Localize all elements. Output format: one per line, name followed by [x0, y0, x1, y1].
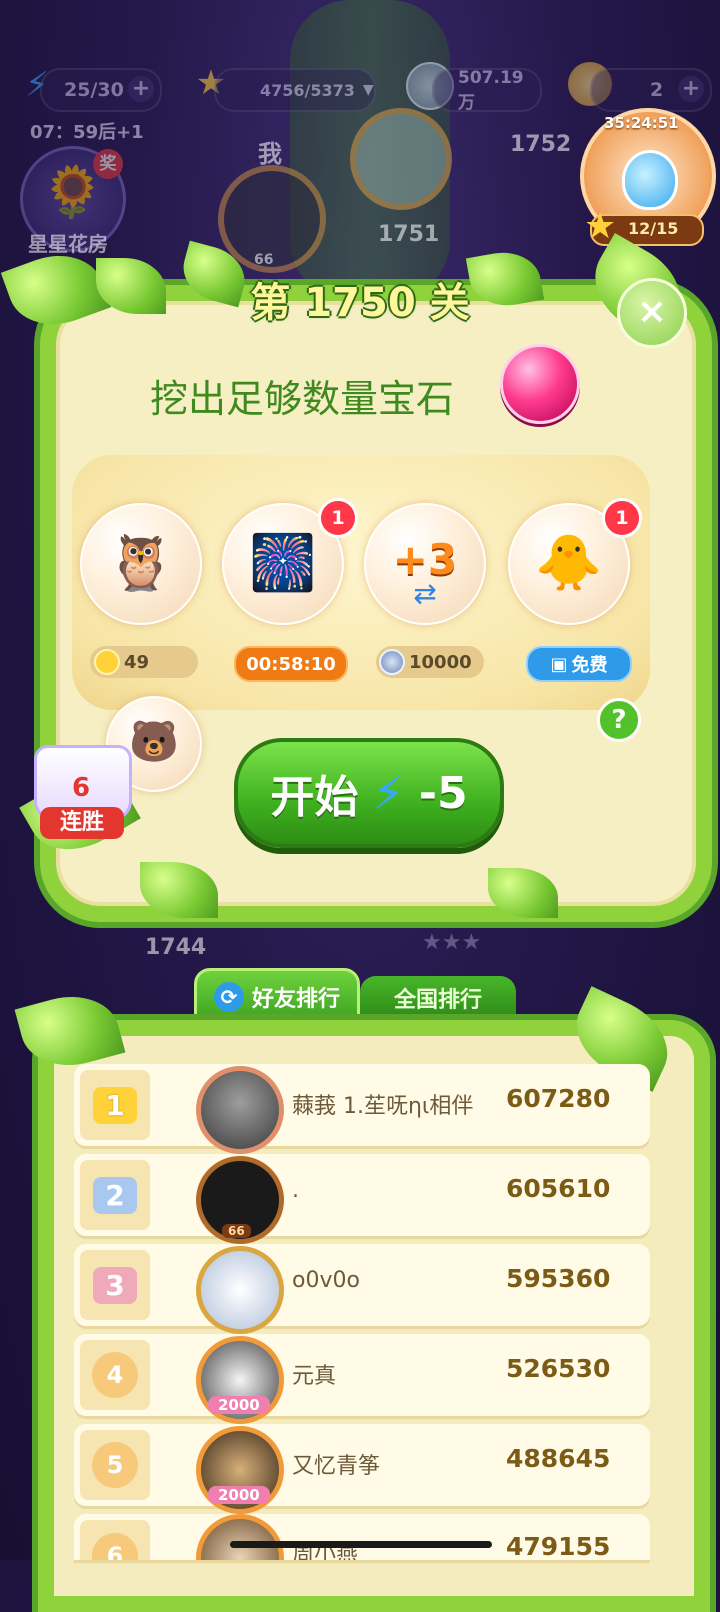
streak-count: 6 [71, 773, 91, 803]
booster-2-timer: 00:58:10 [234, 646, 348, 682]
close-icon: × [636, 291, 668, 332]
potion-progress-label: 12/15 [628, 219, 679, 238]
close-button[interactable]: × [617, 278, 687, 348]
start-button[interactable]: 开始 ⚡ -5 [234, 738, 504, 848]
booster-4-free-button[interactable]: ▣ 免费 [526, 646, 632, 682]
energy-plus-button[interactable]: + [128, 76, 154, 102]
gold-crown-rank: 1 [80, 1070, 150, 1140]
rank-number: 1 [93, 1086, 137, 1124]
rank-circle: 4 [80, 1340, 150, 1410]
player-score: 526530 [506, 1354, 611, 1383]
ticket-count: 2 [650, 79, 664, 101]
player-name: 又忆青筝 [292, 1454, 381, 1479]
energy-pill[interactable]: 25/30 + [40, 68, 162, 112]
star-count: 4756/5373 [260, 80, 355, 100]
player-score: 605610 [506, 1174, 611, 1203]
rank-number: 5 [92, 1442, 138, 1488]
avatar[interactable] [196, 1246, 284, 1334]
leaderboard-row[interactable]: 3 o0v0o 595360 [74, 1244, 650, 1334]
help-icon: ? [611, 705, 627, 735]
map-stars: ★★★ [422, 930, 482, 955]
level-title: 第 1750 关 [250, 280, 470, 326]
player-name: . [292, 1178, 299, 1203]
rainbow-owl-icon: 🦉 [107, 531, 175, 594]
coins-pill[interactable]: 507.19万 [432, 67, 542, 113]
player-score: 595360 [506, 1264, 611, 1293]
start-cost: -5 [418, 767, 468, 819]
ticket-pill[interactable]: 2 + [590, 68, 712, 112]
tab-national-ranking-label: 全国排行 [393, 988, 482, 1013]
rank-circle: 6 [80, 1520, 150, 1560]
leaderboard-row[interactable]: 1 蕀莪 1.苼呒ηι相伴 607280 [74, 1064, 650, 1154]
energy-timer: 07：59后+1 [30, 122, 144, 143]
home-indicator[interactable] [230, 1541, 492, 1548]
me-label: 我 [258, 140, 282, 168]
avatar[interactable] [196, 1514, 284, 1560]
lightning-icon: ⚡ [372, 766, 405, 820]
firework-bucket-icon: 🎆 [249, 531, 317, 594]
coin-icon [94, 649, 120, 675]
map-node-1751[interactable]: 1751 [378, 222, 439, 247]
win-streak-badge: 6 连胜 [22, 745, 140, 855]
level-goal-text: 挖出足够数量宝石 [150, 377, 455, 421]
player-name: 蕀莪 1.苼呒ηι相伴 [292, 1094, 474, 1119]
chevron-down-icon: ▼ [362, 82, 374, 98]
booster-rainbow-owl[interactable]: 🦉 [80, 503, 202, 625]
player-name: 周小燕 [292, 1542, 359, 1560]
rank-circle: 5 [80, 1430, 150, 1500]
player-score: 488645 [506, 1444, 611, 1473]
map-avatar-level: 66 [254, 252, 274, 268]
potion-bottle-icon [622, 150, 678, 210]
booster-3-price-value: 10000 [409, 651, 472, 673]
potion-timer: 35:24:51 [604, 114, 679, 132]
leaderboard-row[interactable]: 4 2000 元真 526530 [74, 1334, 650, 1424]
player-score: 479155 [506, 1532, 611, 1560]
star-progress-pill[interactable]: 4756/5373 ▼ [214, 68, 376, 112]
rank-number: 3 [93, 1266, 137, 1304]
ticket-plus-button[interactable]: + [678, 76, 704, 102]
refresh-icon: ⟳ [213, 982, 244, 1012]
flower-house-label: 星星花房 [28, 232, 108, 256]
leaderboard-row[interactable]: 2 66 . 605610 [74, 1154, 650, 1244]
booster-3-price[interactable]: 10000 [376, 646, 484, 678]
rank-number: 2 [93, 1176, 137, 1214]
friend-map-avatar [350, 108, 452, 210]
help-button[interactable]: ? [597, 698, 641, 742]
silver-coin-icon [379, 649, 405, 675]
bronze-crown-rank: 3 [80, 1250, 150, 1320]
tab-friend-ranking-label: 好友排行 [251, 987, 340, 1012]
map-node-1752[interactable]: 1752 [510, 132, 571, 157]
tab-national-ranking[interactable]: 全国排行 [360, 976, 516, 1020]
streak-label: 连胜 [40, 807, 124, 839]
map-node-1744[interactable]: 1744 [145, 935, 206, 960]
leaderboard-row[interactable]: 5 2000 又忆青筝 488645 [74, 1424, 650, 1514]
flower-house-badge: 奖 [93, 149, 123, 179]
silver-crown-rank: 2 [80, 1160, 150, 1230]
leaderboard-row[interactable]: 6 周小燕 479155 [74, 1514, 650, 1560]
booster-4-free-label: 免费 [571, 655, 608, 676]
pet-helpers-icon: 🐥 [535, 531, 603, 594]
rank-number: 4 [92, 1352, 138, 1398]
swap-arrows-icon: ⇄ [413, 577, 437, 610]
player-score: 607280 [506, 1084, 611, 1113]
booster-plus-three-moves[interactable]: +3 ⇄ [364, 503, 486, 625]
player-name: o0v0o [292, 1268, 360, 1293]
pink-gem-icon [500, 344, 580, 424]
booster-2-badge: 1 [318, 498, 358, 538]
video-icon: ▣ [550, 653, 568, 675]
avatar-frame-badge: 2000 [208, 1486, 270, 1504]
booster-1-price[interactable]: 49 [90, 646, 198, 678]
player-name: 元真 [292, 1364, 337, 1389]
tab-friend-ranking[interactable]: ⟳ 好友排行 [194, 968, 360, 1026]
coin-count: 507.19万 [458, 67, 524, 113]
booster-1-price-value: 49 [124, 651, 150, 673]
booster-4-badge: 1 [602, 498, 642, 538]
rank-number: 6 [92, 1533, 138, 1560]
avatar[interactable] [196, 1066, 284, 1154]
energy-count: 25/30 [64, 79, 124, 101]
avatar-frame-level: 66 [222, 1224, 251, 1238]
start-label: 开始 [270, 772, 359, 823]
avatar-frame-badge: 2000 [208, 1396, 270, 1414]
